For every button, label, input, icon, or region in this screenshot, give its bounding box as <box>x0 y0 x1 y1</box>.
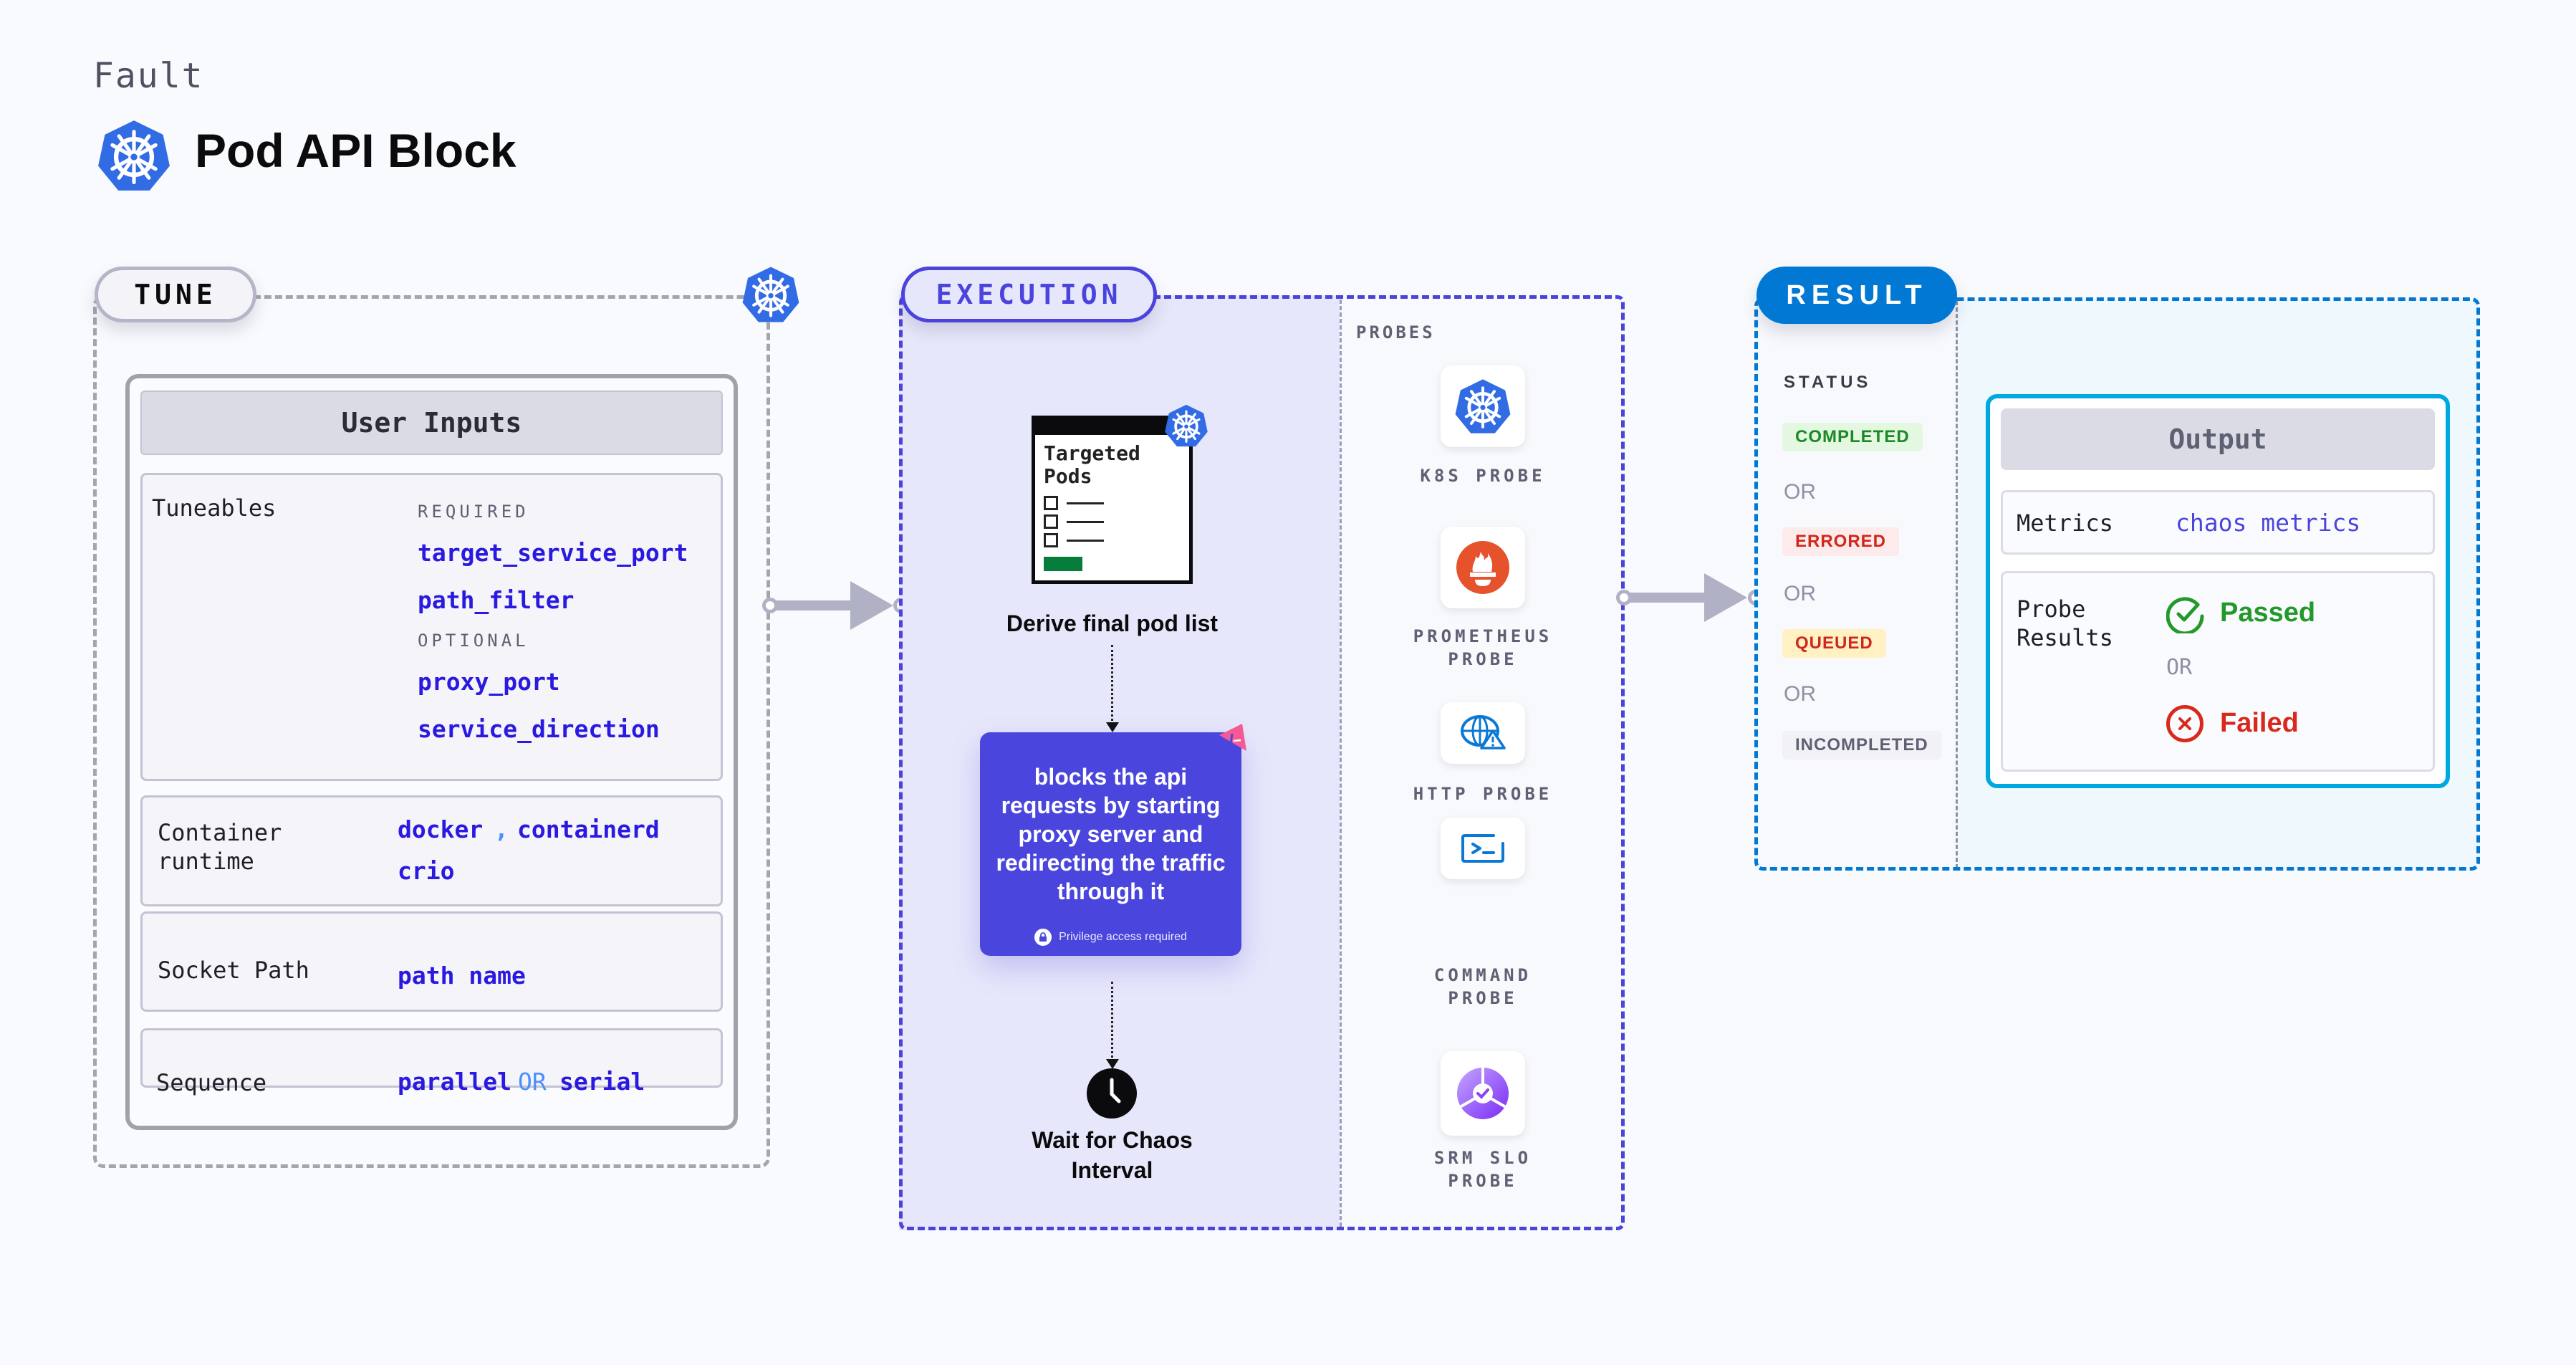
kubernetes-icon <box>1164 403 1208 448</box>
fault-kicker: Fault <box>93 56 204 96</box>
runtime-containerd: containerd <box>517 815 660 843</box>
terminal-icon <box>1461 834 1504 863</box>
chaos-action-card: blocks the api requests by starting prox… <box>980 732 1241 956</box>
user-inputs-header: User Inputs <box>140 391 723 455</box>
sequence-or: OR <box>518 1068 547 1096</box>
or-label: OR <box>1784 582 1816 605</box>
probe-failed: Failed <box>2220 708 2299 738</box>
runtime-docker: docker <box>398 815 484 843</box>
tuneable-path-filter: path_filter <box>418 586 575 614</box>
line-placeholder <box>1067 521 1104 523</box>
green-bar <box>1044 557 1082 571</box>
checkbox-icon <box>1044 496 1058 510</box>
chaos-badge-icon <box>1219 724 1246 751</box>
line-placeholder <box>1067 502 1104 504</box>
status-title: STATUS <box>1784 373 1872 392</box>
or-label: OR <box>1784 682 1816 706</box>
page-title: Pod API Block <box>195 124 516 177</box>
required-tag: REQUIRED <box>418 502 529 522</box>
tuneable-target-service-port: target_service_port <box>418 539 688 567</box>
line-placeholder <box>1067 540 1104 542</box>
srm-slo-icon <box>1457 1067 1509 1119</box>
prometheus-probe-tile[interactable] <box>1441 527 1525 608</box>
status-badge-incompleted: INCOMPLETED <box>1782 731 1941 760</box>
metrics-label: Metrics <box>2017 509 2113 537</box>
srm-slo-probe-label: SRM SLO PROBE <box>1433 1148 1532 1191</box>
probe-passed: Passed <box>2220 598 2316 628</box>
x-circle-icon <box>2166 705 2203 742</box>
checkbox-icon <box>1044 514 1058 529</box>
probe-results-label: Probe Results <box>2017 595 2113 651</box>
status-badge-queued: QUEUED <box>1782 629 1886 658</box>
arrow-head-icon <box>1704 573 1747 622</box>
kubernetes-icon <box>1454 378 1512 435</box>
flow-connector <box>1111 982 1113 1062</box>
connector-dot <box>1616 590 1632 605</box>
lock-icon <box>1034 929 1052 946</box>
tune-to-execution-connector <box>770 600 856 610</box>
targeted-pods-title: Targeted Pods <box>1044 441 1140 488</box>
step-derive-pod-list: Derive final pod list <box>1006 610 1219 636</box>
prometheus-icon <box>1456 541 1509 594</box>
check-circle-icon <box>2166 597 2204 633</box>
tuneable-service-direction: service_direction <box>418 715 660 743</box>
result-pill: RESULT <box>1756 267 1957 324</box>
execution-pill: EXECUTION <box>901 267 1157 322</box>
arrow-head-icon <box>850 581 893 630</box>
arrow-down-icon <box>1106 722 1119 732</box>
execution-to-result-connector <box>1624 593 1708 603</box>
command-probe-tile[interactable] <box>1441 818 1525 879</box>
checkbox-icon <box>1044 533 1058 547</box>
kubernetes-icon <box>741 265 800 324</box>
or-label: OR <box>1784 480 1816 504</box>
srm-slo-probe-tile[interactable] <box>1441 1051 1525 1136</box>
socket-path-label: Socket Path <box>158 957 309 984</box>
connector-dot <box>762 598 778 613</box>
arrow-down-icon <box>1106 1059 1119 1069</box>
http-probe-tile[interactable] <box>1441 702 1525 764</box>
prometheus-probe-label: PROMETHEUS PROBE <box>1413 626 1553 669</box>
tuneables-label: Tuneables <box>152 494 277 522</box>
clock-icon <box>1087 1068 1137 1119</box>
sequence-serial: serial <box>559 1068 645 1096</box>
metrics-value: chaos metrics <box>2176 509 2361 537</box>
flow-connector <box>1111 645 1113 725</box>
sequence-parallel: parallel <box>398 1068 511 1096</box>
tuneable-proxy-port: proxy_port <box>418 668 560 696</box>
step-wait-chaos-interval: Wait for Chaos Interval <box>1032 1127 1193 1183</box>
command-probe-label: COMMAND PROBE <box>1433 965 1532 1008</box>
sequence-label: Sequence <box>156 1069 267 1096</box>
chaos-description: blocks the api requests by starting prox… <box>996 764 1226 904</box>
kubernetes-icon <box>97 118 171 193</box>
http-globe-warning-icon <box>1461 715 1506 749</box>
probe-or-label: OR <box>2166 655 2193 680</box>
status-badge-completed: COMPLETED <box>1782 423 1923 451</box>
privilege-note: Privilege access required <box>980 929 1241 946</box>
status-badge-errored: ERRORED <box>1782 527 1900 556</box>
output-header: Output <box>2001 408 2435 470</box>
tune-pill: TUNE <box>95 267 256 322</box>
runtime-crio: crio <box>398 857 455 885</box>
probes-title: PROBES <box>1356 322 1436 343</box>
container-runtime-label: Container runtime <box>158 819 282 875</box>
optional-tag: OPTIONAL <box>418 631 529 651</box>
runtime-separator: , <box>494 815 509 843</box>
socket-path-value: path name <box>398 962 526 990</box>
k8s-probe-label: K8S PROBE <box>1420 466 1546 486</box>
k8s-probe-tile[interactable] <box>1441 365 1525 447</box>
http-probe-label: HTTP PROBE <box>1413 784 1553 804</box>
